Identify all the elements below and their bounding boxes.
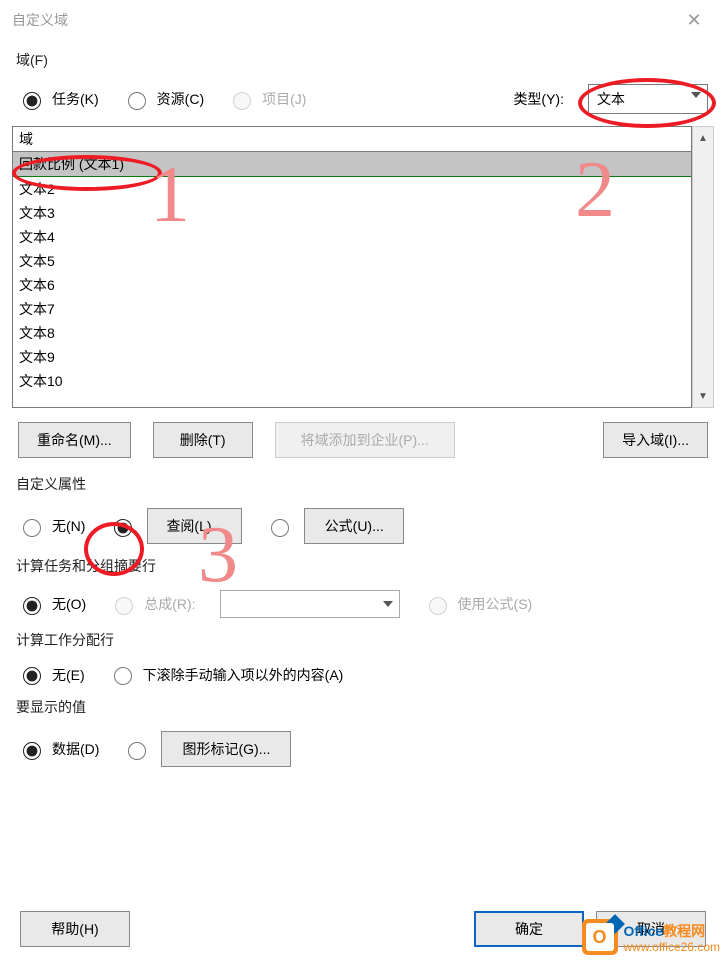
radio-project-input xyxy=(233,92,251,110)
radio-calc-rollup: 总成(R): xyxy=(110,594,195,615)
type-label: 类型(Y): xyxy=(513,89,564,109)
radio-calc-formula-input xyxy=(429,597,447,615)
scroll-up-icon[interactable]: ▲ xyxy=(693,127,713,149)
window-title: 自定义域 xyxy=(12,10,674,30)
field-buttons-row: 重命名(M)... 删除(T) 将域添加到企业(P)... 导入域(I)... xyxy=(12,422,714,464)
radio-attr-none-input[interactable] xyxy=(23,519,41,537)
rollup-select xyxy=(220,590,400,618)
lookup-button[interactable]: 查阅(L)... xyxy=(147,508,242,544)
close-icon[interactable]: ✕ xyxy=(674,10,714,31)
radio-task-input[interactable] xyxy=(23,92,41,110)
radio-calc-formula: 使用公式(S) xyxy=(424,594,533,615)
radio-calc-none[interactable]: 无(O) xyxy=(18,594,86,615)
list-item[interactable]: 文本10 xyxy=(13,369,691,393)
calc-task-group: 计算任务和分组摘要行 无(O) 总成(R): 使用公式(S) xyxy=(12,556,714,618)
radio-attr-lookup[interactable]: 查阅(L)... xyxy=(109,508,242,544)
list-item[interactable]: 文本8 xyxy=(13,321,691,345)
rename-button[interactable]: 重命名(M)... xyxy=(18,422,131,458)
field-group: 域(F) 任务(K) 资源(C) 项目(J) 类型(Y): 文本 域 回款比例 … xyxy=(12,50,714,464)
radio-calc-none-input[interactable] xyxy=(23,597,41,615)
radio-attr-formula[interactable]: 公式(U)... xyxy=(266,508,404,544)
list-item[interactable]: 文本4 xyxy=(13,225,691,249)
graphic-indicators-button[interactable]: 图形标记(G)... xyxy=(161,731,291,767)
list-item[interactable]: 文本6 xyxy=(13,273,691,297)
scroll-track[interactable] xyxy=(693,149,713,385)
scrollbar[interactable]: ▲ ▼ xyxy=(692,126,714,408)
radio-assign-rolldown[interactable]: 下滚除手动输入项以外的内容(A) xyxy=(109,664,344,685)
watermark-text: Office教程网 www.office26.com xyxy=(624,921,721,953)
radio-calc-rollup-label: 总成(R): xyxy=(144,594,195,614)
field-listbox-wrap: 域 回款比例 (文本1) 文本2 文本3 文本4 文本5 文本6 文本7 文本8… xyxy=(12,126,714,408)
list-item[interactable]: 文本3 xyxy=(13,201,691,225)
title-bar: 自定义域 ✕ xyxy=(0,0,726,40)
radio-task-label: 任务(K) xyxy=(52,89,99,109)
group-label-display: 要显示的值 xyxy=(16,697,714,717)
list-item[interactable]: 文本5 xyxy=(13,249,691,273)
formula-button[interactable]: 公式(U)... xyxy=(304,508,404,544)
radio-resource[interactable]: 资源(C) xyxy=(123,89,204,110)
list-item[interactable]: 文本2 xyxy=(13,177,691,201)
radio-calc-none-label: 无(O) xyxy=(52,594,86,614)
field-listbox[interactable]: 域 回款比例 (文本1) 文本2 文本3 文本4 文本5 文本6 文本7 文本8… xyxy=(12,126,692,408)
help-button[interactable]: 帮助(H) xyxy=(20,911,130,947)
type-select[interactable]: 文本 xyxy=(588,84,708,114)
display-value-group: 要显示的值 数据(D) 图形标记(G)... xyxy=(12,697,714,767)
watermark-badge-icon: O xyxy=(582,919,618,955)
radio-calc-formula-label: 使用公式(S) xyxy=(458,594,533,614)
delete-button[interactable]: 删除(T) xyxy=(153,422,253,458)
chevron-down-icon xyxy=(383,601,393,607)
radio-project-label: 项目(J) xyxy=(262,89,306,109)
watermark-logo: O Office教程网 www.office26.com xyxy=(582,919,721,955)
radio-task[interactable]: 任务(K) xyxy=(18,89,99,110)
list-header: 域 xyxy=(13,127,691,152)
custom-attributes-group: 自定义属性 无(N) 查阅(L)... 公式(U)... xyxy=(12,474,714,544)
type-select-value: 文本 xyxy=(597,89,625,109)
group-label-calc-task: 计算任务和分组摘要行 xyxy=(16,556,714,576)
calc-assign-group: 计算工作分配行 无(E) 下滚除手动输入项以外的内容(A) xyxy=(12,630,714,685)
radio-attr-none-label: 无(N) xyxy=(52,516,85,536)
radio-project: 项目(J) xyxy=(228,89,306,110)
ok-button[interactable]: 确定 xyxy=(474,911,584,947)
group-label-calc-assign: 计算工作分配行 xyxy=(16,630,714,650)
list-item[interactable]: 回款比例 (文本1) xyxy=(13,152,691,177)
group-label-custom-attr: 自定义属性 xyxy=(16,474,714,494)
radio-display-graphic-input[interactable] xyxy=(128,742,146,760)
add-enterprise-button: 将域添加到企业(P)... xyxy=(275,422,455,458)
radio-calc-rollup-input xyxy=(115,597,133,615)
radio-assign-none-input[interactable] xyxy=(23,667,41,685)
list-item[interactable]: 文本9 xyxy=(13,345,691,369)
radio-display-data[interactable]: 数据(D) xyxy=(18,739,99,760)
radio-display-data-label: 数据(D) xyxy=(52,739,99,759)
group-label-field: 域(F) xyxy=(16,50,714,70)
import-field-button[interactable]: 导入域(I)... xyxy=(603,422,708,458)
chevron-down-icon xyxy=(691,92,701,98)
radio-attr-formula-input[interactable] xyxy=(271,519,289,537)
radio-assign-none-label: 无(E) xyxy=(52,665,85,685)
radio-resource-input[interactable] xyxy=(128,92,146,110)
field-type-row: 任务(K) 资源(C) 项目(J) 类型(Y): 文本 xyxy=(12,84,714,114)
radio-attr-none[interactable]: 无(N) xyxy=(18,516,85,537)
scroll-down-icon[interactable]: ▼ xyxy=(693,385,713,407)
radio-assign-rolldown-label: 下滚除手动输入项以外的内容(A) xyxy=(143,665,344,685)
radio-assign-none[interactable]: 无(E) xyxy=(18,664,85,685)
radio-assign-rolldown-input[interactable] xyxy=(114,667,132,685)
radio-attr-lookup-input[interactable] xyxy=(114,519,132,537)
radio-resource-label: 资源(C) xyxy=(157,89,204,109)
radio-display-graphic[interactable]: 图形标记(G)... xyxy=(123,731,291,767)
radio-display-data-input[interactable] xyxy=(23,742,41,760)
list-item[interactable]: 文本7 xyxy=(13,297,691,321)
